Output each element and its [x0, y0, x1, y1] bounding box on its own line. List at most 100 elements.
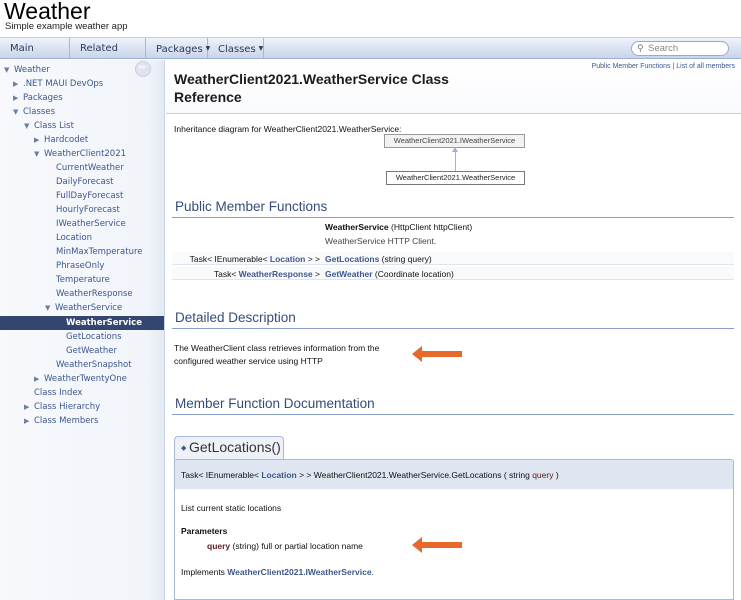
method-args: (Coordinate location)	[372, 269, 454, 279]
member-return-type: Task< WeatherResponse >	[214, 269, 320, 279]
tree-item-label: .NET MAUI DevOps	[23, 79, 104, 89]
tree-item-iweatherservice[interactable]: IWeatherService	[0, 217, 164, 231]
expand-arrow-icon[interactable]: ▼	[24, 119, 34, 133]
tab-packages[interactable]: Packages ▼	[146, 38, 210, 59]
proto-middle: > > WeatherClient2021.WeatherService.Get…	[296, 470, 533, 480]
method-link-getweather[interactable]: GetWeather	[325, 269, 373, 279]
ctor-name[interactable]: WeatherService	[325, 222, 389, 232]
project-brief: Simple example weather app	[5, 21, 128, 32]
tree-item-hardcodet[interactable]: ▶ Hardcodet	[0, 133, 164, 147]
tree-item-weathersnapshot[interactable]: WeatherSnapshot	[0, 358, 164, 372]
tree-item-label: WeatherResponse	[56, 289, 133, 299]
project-header: Weather Simple example weather app	[0, 0, 741, 36]
diagram-derived-class[interactable]: WeatherClient2021.WeatherService	[386, 171, 525, 185]
tree-item-maui-devops[interactable]: ▶ .NET MAUI DevOps	[0, 77, 164, 91]
member-ctor: WeatherService (HttpClient httpClient)	[325, 222, 472, 232]
tree-item-label: Classes	[23, 107, 56, 117]
expand-arrow-icon[interactable]: ▼	[45, 301, 55, 315]
expand-arrow-icon[interactable]: ▼	[34, 147, 44, 161]
tree-item-label: DailyForecast	[56, 177, 114, 187]
tree-item-getlocations[interactable]: GetLocations	[0, 330, 164, 344]
section-heading-member-docs: Member Function Documentation	[175, 396, 375, 411]
annotation-arrow-icon	[412, 537, 462, 553]
expand-arrow-icon[interactable]: ▼	[4, 63, 14, 77]
proto-prefix: Task< IEnumerable<	[181, 470, 262, 480]
tree-item-fulldayforecast[interactable]: FullDayForecast	[0, 189, 164, 203]
tree-item-label: GetWeather	[66, 346, 117, 356]
method-args: (string query)	[379, 254, 432, 264]
tree-item-label: Class Index	[34, 388, 83, 398]
tree-item-weather[interactable]: ▼ Weather	[0, 63, 164, 77]
tree-item-class-list[interactable]: ▼ Class List	[0, 119, 164, 133]
page-title-line2: Reference	[174, 89, 242, 105]
tab-related-pages[interactable]: Related Pages	[70, 38, 146, 75]
tree-item-label: Class List	[34, 121, 74, 131]
expand-arrow-icon[interactable]: ▶	[34, 133, 44, 147]
tree-item-label: MinMaxTemperature	[56, 247, 143, 257]
tree-item-currentweather[interactable]: CurrentWeather	[0, 161, 164, 175]
tree-item-dailyforecast[interactable]: DailyForecast	[0, 175, 164, 189]
inheritance-arrow	[452, 147, 458, 171]
params-heading: Parameters	[181, 526, 228, 536]
implements-line: Implements WeatherClient2021.IWeatherSer…	[181, 567, 374, 577]
tree-item-label: Location	[56, 233, 92, 243]
inheritance-intro: Inheritance diagram for WeatherClient202…	[174, 124, 402, 134]
tree-item-weatherservice-selected[interactable]: WeatherService	[0, 316, 164, 330]
method-link-getlocations[interactable]: GetLocations	[325, 254, 379, 264]
expand-arrow-icon[interactable]: ▶	[34, 372, 44, 386]
tree-item-getweather[interactable]: GetWeather	[0, 344, 164, 358]
summary-links[interactable]: Public Member Functions | List of all me…	[592, 63, 735, 70]
member-description: List current static locations	[181, 503, 282, 513]
tree-item-hourlyforecast[interactable]: HourlyForecast	[0, 203, 164, 217]
tree-item-class-index[interactable]: Class Index	[0, 386, 164, 400]
tree-item-class-hierarchy[interactable]: ▶ Class Hierarchy	[0, 400, 164, 414]
section-heading-detailed: Detailed Description	[175, 310, 296, 325]
expand-arrow-icon[interactable]: ▼	[13, 105, 23, 119]
nav-tree-sidebar[interactable]: ▼Weather ▶.NET MAUI DevOps ▶Packages ▼Cl…	[0, 60, 165, 600]
section-heading-public-members: Public Member Functions	[175, 199, 328, 214]
ctor-args: (HttpClient httpClient)	[388, 222, 473, 232]
expand-arrow-icon[interactable]: ▶	[13, 91, 23, 105]
search-placeholder: Search	[648, 43, 679, 54]
expand-arrow-icon[interactable]: ▶	[24, 414, 34, 428]
tree-item-class-members[interactable]: ▶ Class Members	[0, 414, 164, 428]
member-prototype: Task< IEnumerable< Location > > WeatherC…	[174, 459, 734, 490]
tab-classes[interactable]: Classes ▼	[208, 38, 264, 59]
search-input[interactable]: ⚲ Search	[631, 41, 729, 56]
param-entry: query (string) full or partial location …	[207, 541, 363, 551]
member-signature: GetWeather (Coordinate location)	[325, 269, 454, 279]
ctor-description: WeatherService HTTP Client.	[325, 236, 437, 246]
tree-item-weatherservice[interactable]: ▼ WeatherService	[0, 301, 164, 315]
tree-item-location[interactable]: Location	[0, 231, 164, 245]
tree-item-classes[interactable]: ▼ Classes	[0, 105, 164, 119]
expand-arrow-icon[interactable]: ▶	[24, 400, 34, 414]
tree-item-temperature[interactable]: Temperature	[0, 273, 164, 287]
expand-arrow-icon[interactable]: ▶	[13, 77, 23, 91]
tree-item-label: Class Hierarchy	[34, 402, 101, 412]
implements-suffix: .	[371, 567, 374, 577]
main-navbar: Main Page Related Pages Packages▼ Classe…	[0, 37, 741, 75]
param-name: query	[207, 541, 231, 551]
tree-item-label: Class Members	[34, 416, 99, 426]
tree-item-packages[interactable]: ▶ Packages	[0, 91, 164, 105]
diagram-base-class[interactable]: WeatherClient2021.IWeatherService	[384, 134, 525, 148]
member-title: GetLocations()	[189, 439, 281, 455]
tree-item-label: GetLocations	[66, 332, 122, 342]
tab-main-page[interactable]: Main Page	[0, 38, 70, 75]
diamond-bullet-icon: ◆	[181, 444, 187, 452]
tree-item-label: HourlyForecast	[56, 205, 120, 215]
type-link-weatherresponse[interactable]: WeatherResponse	[239, 269, 313, 279]
tree-item-weatherresponse[interactable]: WeatherResponse	[0, 287, 164, 301]
interface-link[interactable]: WeatherClient2021.IWeatherService	[227, 567, 371, 577]
proto-param-name: query	[532, 470, 554, 480]
tree-item-weatherclient2021[interactable]: ▼ WeatherClient2021	[0, 147, 164, 161]
tree-item-label: IWeatherService	[56, 219, 126, 229]
return-type-prefix: Task< IEnumerable<	[189, 254, 270, 264]
tree-item-weathertwentyone[interactable]: ▶ WeatherTwentyOne	[0, 372, 164, 386]
member-return-type: Task< IEnumerable< Location > >	[190, 254, 320, 264]
type-link-location[interactable]: Location	[270, 254, 305, 264]
member-signature: GetLocations (string query)	[325, 254, 432, 264]
tree-item-phraseonly[interactable]: PhraseOnly	[0, 259, 164, 273]
type-link-location[interactable]: Location	[261, 470, 296, 480]
tree-item-minmaxtemperature[interactable]: MinMaxTemperature	[0, 245, 164, 259]
